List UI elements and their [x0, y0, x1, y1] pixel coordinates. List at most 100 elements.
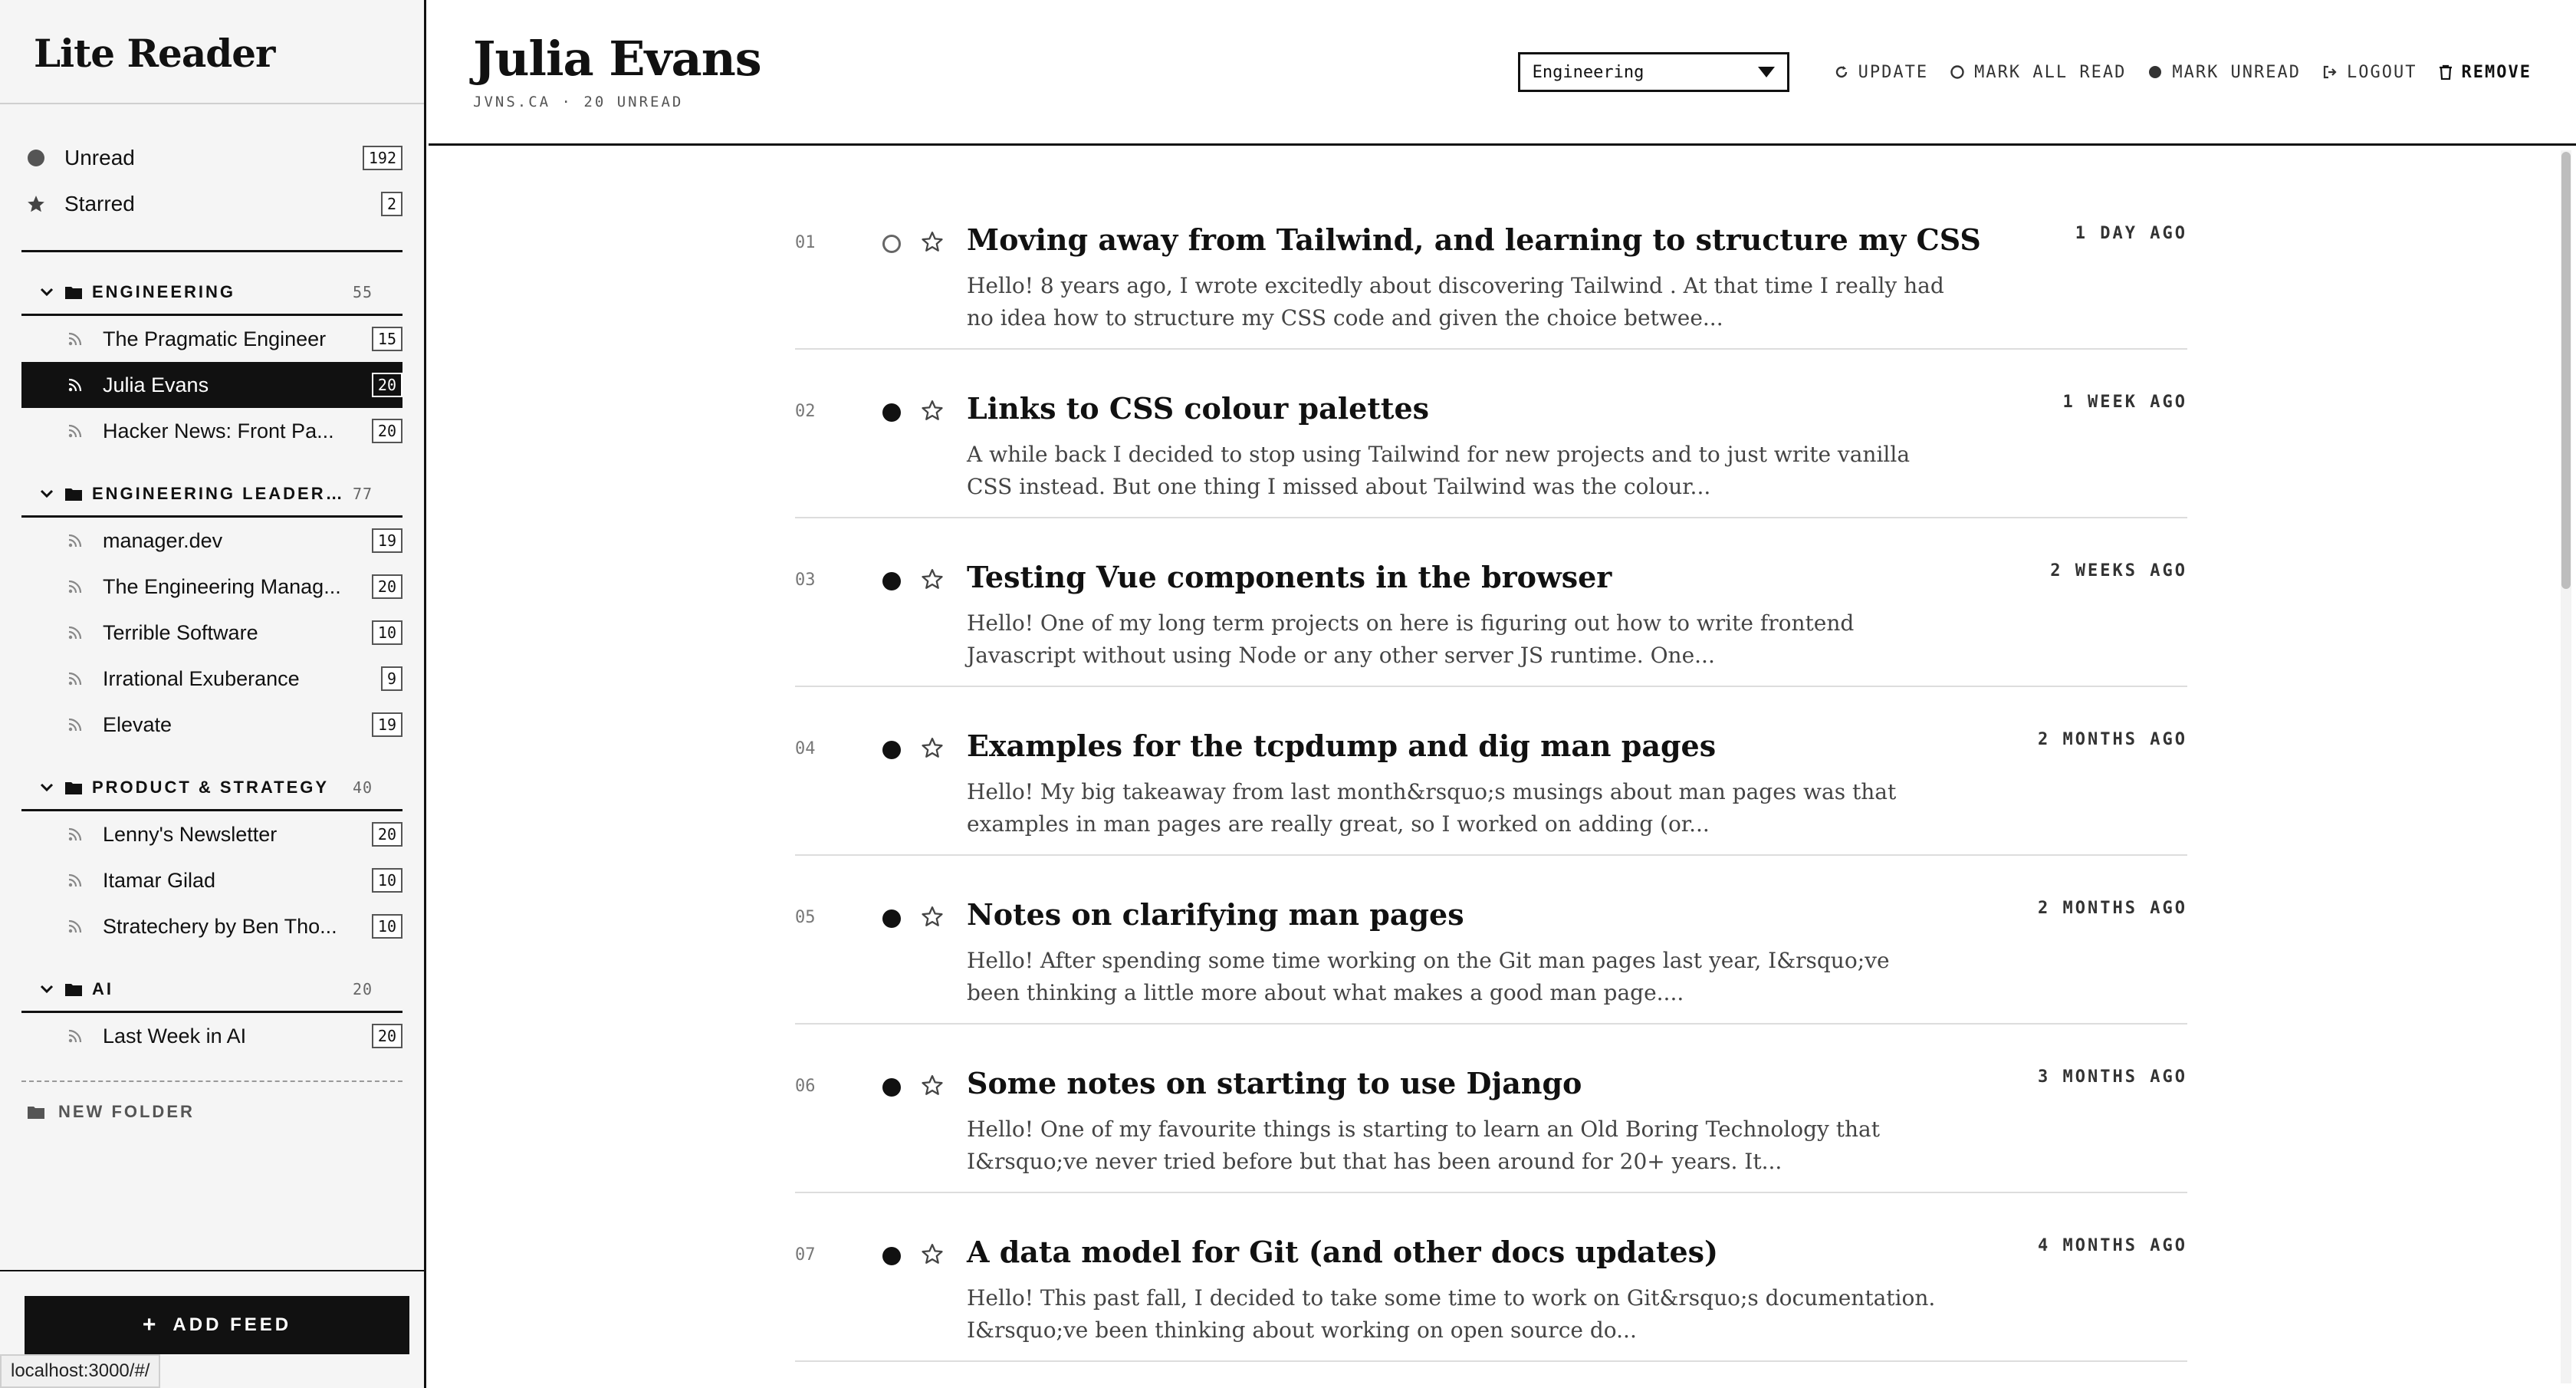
- rss-icon: [67, 873, 86, 888]
- page-title: Julia Evans: [473, 31, 762, 87]
- filled-circle-icon: [2147, 64, 2163, 80]
- logout-button[interactable]: LOGOUT: [2322, 63, 2417, 82]
- article-row[interactable]: 02 Links to CSS colour palettes A while ba…: [795, 350, 2187, 518]
- folder-header[interactable]: AI 20: [21, 968, 402, 1013]
- circle-outline-icon: [1950, 64, 1965, 80]
- sidebar-feed-item[interactable]: Itamar Gilad 10: [21, 857, 402, 903]
- read-status-icon[interactable]: [882, 1078, 901, 1097]
- starred-count-badge: 2: [380, 192, 402, 216]
- star-icon[interactable]: [921, 736, 944, 759]
- folder-count: 77: [353, 485, 373, 503]
- sidebar-feed-item[interactable]: Hacker News: Front Pa... 20: [21, 408, 402, 454]
- sidebar-item-unread[interactable]: Unread 192: [21, 135, 402, 181]
- sidebar-feed-item[interactable]: manager.dev 19: [21, 518, 402, 564]
- scrollbar-thumb[interactable]: [2561, 152, 2571, 589]
- folder-select[interactable]: Engineering: [1517, 52, 1789, 92]
- rss-icon: [67, 331, 86, 347]
- read-status-icon[interactable]: [882, 909, 901, 928]
- chevron-down-icon[interactable]: [35, 783, 58, 792]
- article-title[interactable]: Examples for the tcpdump and dig man pag…: [967, 729, 1716, 763]
- folder-header[interactable]: ENGINEERING 55: [21, 271, 402, 316]
- sidebar-feed-item[interactable]: Irrational Exuberance 9: [21, 656, 402, 702]
- feed-count-badge: 19: [371, 712, 402, 737]
- logout-label: LOGOUT: [2347, 62, 2417, 82]
- read-status-icon[interactable]: [882, 235, 901, 253]
- mark-all-read-label: MARK ALL READ: [1974, 62, 2127, 82]
- rss-icon: [67, 579, 86, 594]
- article-number: 01: [795, 233, 816, 252]
- folder-group: ENGINEERING 55 The Pragmatic Engineer 15 Jul…: [21, 271, 402, 454]
- mark-all-read-button[interactable]: MARK ALL READ: [1950, 63, 2126, 82]
- new-folder-button[interactable]: NEW FOLDER: [28, 1102, 424, 1122]
- mark-unread-button[interactable]: MARK UNREAD: [2147, 63, 2301, 82]
- feed-header: Julia Evans JVNS.CA · 20 UNREAD Engineer…: [429, 0, 2576, 146]
- star-icon: [26, 194, 46, 214]
- article-row[interactable]: 07 A data model for Git (and other docs u…: [795, 1193, 2187, 1362]
- chevron-down-icon: [1757, 63, 1775, 82]
- sidebar-feed-item[interactable]: Terrible Software 10: [21, 610, 402, 656]
- circle-icon: [26, 148, 46, 168]
- article-row[interactable]: 06 Some notes on starting to use Django He…: [795, 1025, 2187, 1193]
- star-icon[interactable]: [921, 1242, 944, 1265]
- article-snippet: Hello! My big takeaway from last month&r…: [967, 779, 1897, 837]
- article-row[interactable]: 05 Notes on clarifying man pages Hello! Af…: [795, 856, 2187, 1025]
- article-time: 2 WEEKS AGO: [2050, 561, 2187, 581]
- article-row[interactable]: 04 Examples for the tcpdump and dig man p…: [795, 687, 2187, 856]
- new-folder-label: NEW FOLDER: [58, 1102, 195, 1121]
- feed-label: Hacker News: Front Pa...: [103, 419, 334, 442]
- star-icon[interactable]: [921, 1074, 944, 1097]
- feed-label: Itamar Gilad: [103, 868, 216, 892]
- read-status-icon[interactable]: [882, 572, 901, 590]
- star-icon[interactable]: [921, 567, 944, 590]
- feed-count-badge: 10: [371, 868, 402, 893]
- folder-group: AI 20 Last Week in AI 20: [21, 968, 402, 1059]
- feed-label: Lenny's Newsletter: [103, 822, 278, 846]
- sidebar-feed-item[interactable]: The Engineering Manag... 20: [21, 564, 402, 610]
- add-feed-button[interactable]: + ADD FEED: [25, 1296, 409, 1354]
- feed-count-badge: 20: [371, 1024, 402, 1048]
- article-title[interactable]: A data model for Git (and other docs upd…: [967, 1235, 1718, 1269]
- sidebar-feed-item[interactable]: Elevate 19: [21, 702, 402, 748]
- article-row[interactable]: 03 Testing Vue components in the browser H…: [795, 518, 2187, 687]
- article-title[interactable]: Moving away from Tailwind, and learning …: [967, 222, 1981, 257]
- update-label: UPDATE: [1858, 62, 1929, 82]
- chevron-down-icon[interactable]: [35, 489, 58, 498]
- sidebar-item-label: Starred: [64, 192, 135, 215]
- article-number: 06: [795, 1077, 816, 1096]
- folder-header[interactable]: ENGINEERING LEADERSH... 77: [21, 472, 402, 518]
- article-title[interactable]: Notes on clarifying man pages: [967, 897, 1464, 932]
- chevron-down-icon[interactable]: [35, 288, 58, 297]
- update-button[interactable]: UPDATE: [1834, 63, 1928, 82]
- remove-button[interactable]: REMOVE: [2439, 63, 2532, 82]
- article-list: 01 Moving away from Tailwind, and learnin…: [795, 181, 2187, 1362]
- article-title[interactable]: Some notes on starting to use Django: [967, 1066, 1582, 1100]
- feed-count-badge: 20: [371, 574, 402, 599]
- folder-header[interactable]: PRODUCT & STRATEGY 40: [21, 766, 402, 811]
- article-row[interactable]: 01 Moving away from Tailwind, and learnin…: [795, 181, 2187, 350]
- feed-label: Stratechery by Ben Tho...: [103, 914, 337, 938]
- article-title[interactable]: Testing Vue components in the browser: [967, 560, 1612, 594]
- divider: [21, 250, 402, 252]
- read-status-icon[interactable]: [882, 741, 901, 759]
- sidebar-item-starred[interactable]: Starred 2: [21, 181, 402, 227]
- sidebar-feed-item[interactable]: The Pragmatic Engineer 15: [21, 316, 402, 362]
- sidebar-feed-item[interactable]: Julia Evans 20: [21, 362, 402, 408]
- article-title[interactable]: Links to CSS colour palettes: [967, 391, 1429, 426]
- chevron-down-icon[interactable]: [35, 985, 58, 994]
- sidebar-feed-item[interactable]: Lenny's Newsletter 20: [21, 811, 402, 857]
- logout-icon: [2322, 64, 2338, 80]
- read-status-icon[interactable]: [882, 1247, 901, 1265]
- remove-label: REMOVE: [2461, 62, 2532, 82]
- sidebar-feed-item[interactable]: Stratechery by Ben Tho... 10: [21, 903, 402, 949]
- read-status-icon[interactable]: [882, 403, 901, 422]
- star-icon[interactable]: [921, 399, 944, 422]
- sidebar-feed-item[interactable]: Last Week in AI 20: [21, 1013, 402, 1059]
- rss-icon: [67, 717, 86, 732]
- article-snippet: Hello! One of my long term projects on h…: [967, 610, 1855, 668]
- scrollbar[interactable]: [2561, 150, 2571, 1383]
- star-icon[interactable]: [921, 230, 944, 253]
- folder-count: 55: [353, 283, 373, 301]
- unread-count-badge: 192: [362, 146, 402, 170]
- star-icon[interactable]: [921, 905, 944, 928]
- feed-label: Last Week in AI: [103, 1024, 247, 1048]
